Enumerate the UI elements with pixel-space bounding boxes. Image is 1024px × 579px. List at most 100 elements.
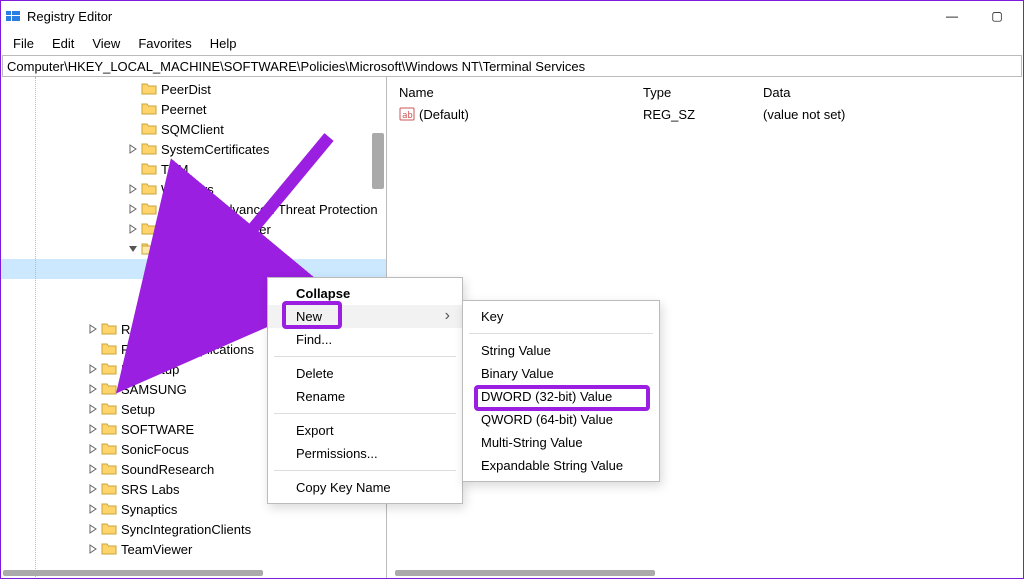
column-data-header[interactable]: Data — [759, 85, 1015, 100]
tree-twisty-icon[interactable] — [85, 424, 101, 434]
divider — [469, 333, 653, 334]
tree-item-label: SystemCertificates — [161, 142, 269, 157]
menu-help[interactable]: Help — [202, 34, 245, 53]
menu-edit[interactable]: Edit — [44, 34, 82, 53]
tree-item[interactable]: TPM — [1, 159, 386, 179]
menu-view[interactable]: View — [84, 34, 128, 53]
tree-twisty-icon[interactable] — [125, 224, 141, 234]
context-menu[interactable]: Collapse New Find... Delete Rename Expor… — [267, 277, 463, 504]
context-delete[interactable]: Delete — [268, 362, 462, 385]
menu-file[interactable]: File — [5, 34, 42, 53]
main-split: PeerDist Peernet SQMClient SystemCertificat… — [1, 77, 1023, 578]
new-dword-value[interactable]: DWORD (32-bit) Value — [463, 385, 659, 408]
tree-item[interactable]: SQMClient — [1, 119, 386, 139]
folder-icon — [101, 461, 117, 477]
new-multi-string-value[interactable]: Multi-String Value — [463, 431, 659, 454]
tree-twisty-icon[interactable] — [85, 364, 101, 374]
context-copy-key-name[interactable]: Copy Key Name — [268, 476, 462, 499]
folder-icon — [101, 321, 117, 337]
folder-icon — [141, 241, 157, 257]
tree-twisty-icon[interactable] — [85, 484, 101, 494]
address-text: Computer\HKEY_LOCAL_MACHINE\SOFTWARE\Pol… — [7, 59, 585, 74]
divider — [274, 356, 456, 357]
tree-item-label: TPM — [161, 162, 188, 177]
tree-item[interactable]: Peernet — [1, 99, 386, 119]
divider — [274, 413, 456, 414]
value-name: (Default) — [419, 107, 469, 122]
menu-favorites[interactable]: Favorites — [130, 34, 199, 53]
tree-item[interactable]: SyncIntegrationClients — [1, 519, 386, 539]
tree-item[interactable]: PeerDist — [1, 79, 386, 99]
tree-item[interactable]: Windows — [1, 179, 386, 199]
tree-twisty-icon[interactable] — [85, 404, 101, 414]
folder-icon — [141, 201, 157, 217]
tree-item-label: SQMClient — [161, 122, 224, 137]
values-horizontal-scrollbar[interactable] — [395, 568, 1015, 578]
tree-item[interactable]: Windows Defender — [1, 219, 386, 239]
menubar: File Edit View Favorites Help — [1, 31, 1023, 55]
column-name-header[interactable]: Name — [395, 85, 639, 100]
context-find[interactable]: Find... — [268, 328, 462, 351]
context-export[interactable]: Export — [268, 419, 462, 442]
titlebar: Registry Editor — ▢ — [1, 1, 1023, 31]
app-icon — [5, 8, 21, 24]
folder-icon — [141, 121, 157, 137]
new-binary-value[interactable]: Binary Value — [463, 362, 659, 385]
new-key[interactable]: Key — [463, 305, 659, 328]
new-expandable-string-value[interactable]: Expandable String Value — [463, 454, 659, 477]
tree-item[interactable]: Windows NT — [1, 239, 386, 259]
tree-twisty-icon[interactable] — [145, 264, 161, 274]
address-bar[interactable]: Computer\HKEY_LOCAL_MACHINE\SOFTWARE\Pol… — [2, 55, 1022, 77]
tree-item-label: SyncIntegrationClients — [121, 522, 251, 537]
folder-icon — [141, 161, 157, 177]
tree-twisty-icon[interactable] — [125, 144, 141, 154]
folder-icon — [101, 501, 117, 517]
svg-text:ab: ab — [402, 111, 413, 121]
tree-item[interactable]: Terminal Services — [1, 259, 386, 279]
tree-item-label: Realtek — [121, 322, 165, 337]
list-row[interactable]: ab(Default)REG_SZ(value not set) — [395, 103, 1015, 125]
tree-twisty-icon[interactable] — [85, 444, 101, 454]
tree-twisty-icon[interactable] — [85, 544, 101, 554]
tree-item[interactable]: TeamViewer — [1, 539, 386, 559]
tree-twisty-icon[interactable] — [125, 244, 141, 254]
tree-item-label: PeerDist — [161, 82, 211, 97]
tree-twisty-icon[interactable] — [85, 464, 101, 474]
folder-icon — [161, 261, 177, 277]
new-submenu[interactable]: Key String Value Binary Value DWORD (32-… — [462, 300, 660, 482]
window-title: Registry Editor — [27, 9, 930, 24]
new-qword-value[interactable]: QWORD (64-bit) Value — [463, 408, 659, 431]
column-type-header[interactable]: Type — [639, 85, 759, 100]
tree-item[interactable]: Windows Advanced Threat Protection — [1, 199, 386, 219]
new-string-value[interactable]: String Value — [463, 339, 659, 362]
window-controls: — ▢ — [930, 4, 1019, 28]
tree-twisty-icon[interactable] — [85, 384, 101, 394]
tree-item-label: SRS Labs — [121, 482, 180, 497]
context-permissions[interactable]: Permissions... — [268, 442, 462, 465]
folder-icon — [101, 441, 117, 457]
context-collapse[interactable]: Collapse — [268, 282, 462, 305]
tree-twisty-icon[interactable] — [165, 284, 181, 294]
value-data: (value not set) — [759, 107, 1015, 122]
folder-icon — [101, 481, 117, 497]
tree-item[interactable]: SystemCertificates — [1, 139, 386, 159]
folder-icon — [101, 541, 117, 557]
context-rename[interactable]: Rename — [268, 385, 462, 408]
context-new[interactable]: New — [268, 305, 462, 328]
reg-string-icon: ab — [399, 106, 415, 122]
tree-item-label: Windows — [161, 182, 214, 197]
tree-twisty-icon[interactable] — [85, 324, 101, 334]
tree-twisty-icon[interactable] — [85, 504, 101, 514]
tree-item-label: RTLSetup — [121, 362, 179, 377]
tree-twisty-icon[interactable] — [125, 184, 141, 194]
list-header[interactable]: Name Type Data — [395, 81, 1015, 103]
tree-horizontal-scrollbar[interactable] — [1, 568, 386, 578]
tree-twisty-icon[interactable] — [125, 204, 141, 214]
tree-item-label: Windows File Pro — [161, 302, 262, 317]
maximize-button[interactable]: ▢ — [975, 4, 1019, 28]
folder-icon — [181, 281, 197, 297]
folder-icon — [101, 521, 117, 537]
tree-item-label: SOFTWARE — [121, 422, 194, 437]
minimize-button[interactable]: — — [930, 4, 974, 28]
tree-twisty-icon[interactable] — [85, 524, 101, 534]
